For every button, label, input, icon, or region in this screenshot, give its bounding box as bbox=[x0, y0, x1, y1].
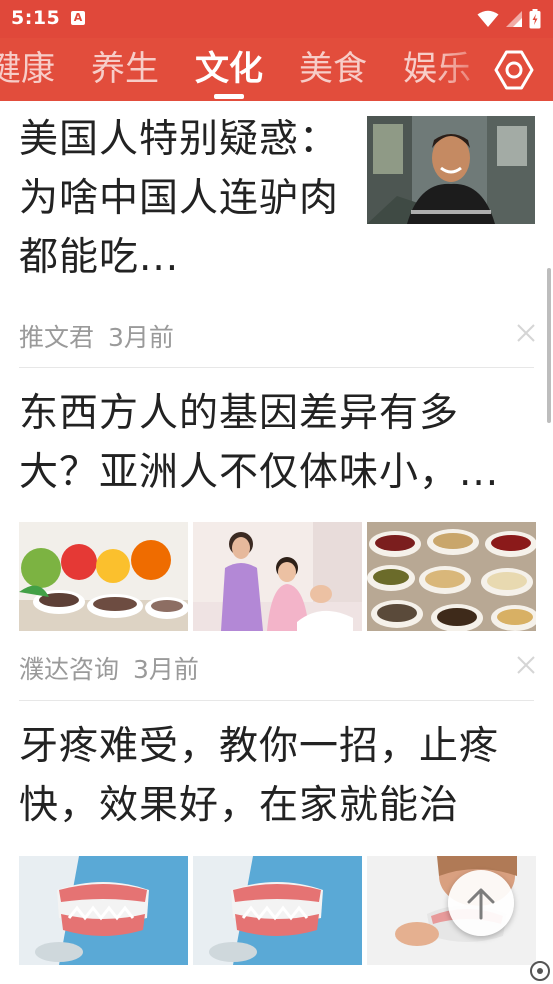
tab-health[interactable]: 健康 bbox=[0, 38, 55, 101]
tab-culture-label: 文化 bbox=[195, 49, 263, 89]
news-thumbnail bbox=[193, 856, 362, 965]
app-screen: 5:15 A 健康 养生 文化 美食 娱 bbox=[0, 0, 553, 984]
news-time: 3月前 bbox=[133, 655, 199, 684]
settings-icon[interactable] bbox=[493, 49, 535, 91]
news-thumbnail bbox=[367, 522, 536, 631]
news-meta: 濮达咨询 3月前 bbox=[19, 650, 199, 686]
news-source: 濮达咨询 bbox=[19, 655, 120, 684]
thumbnail-image bbox=[193, 522, 362, 631]
thumbnail-image bbox=[193, 856, 362, 965]
thumbnail-image bbox=[367, 522, 536, 631]
channel-tabs: 健康 养生 文化 美食 娱乐 bbox=[0, 38, 507, 101]
thumbnail-image bbox=[19, 522, 188, 631]
tab-wellness[interactable]: 养生 bbox=[91, 38, 159, 101]
arrow-up-icon[interactable] bbox=[448, 870, 514, 936]
news-thumbnail bbox=[19, 856, 188, 965]
battery-icon bbox=[529, 9, 541, 29]
notification-app-icon: A bbox=[71, 11, 85, 25]
tab-food[interactable]: 美食 bbox=[299, 38, 367, 101]
close-icon[interactable] bbox=[516, 323, 536, 343]
news-thumbnail bbox=[19, 522, 188, 631]
news-source: 推文君 bbox=[19, 323, 95, 352]
close-icon[interactable] bbox=[516, 655, 536, 675]
news-thumbnail-video bbox=[367, 116, 535, 224]
active-tab-indicator bbox=[214, 94, 244, 99]
news-meta: 推文君 3月前 bbox=[19, 318, 174, 354]
tab-culture[interactable]: 文化 bbox=[195, 38, 263, 101]
news-title: 美国人特别疑惑：为啥中国人连驴肉都能吃... bbox=[19, 117, 340, 280]
news-feed[interactable]: 美国人特别疑惑：为啥中国人连驴肉都能吃... 推文君 3月前 东西方人的基因差异… bbox=[0, 101, 553, 984]
news-thumbnail bbox=[193, 522, 362, 631]
news-time: 3月前 bbox=[108, 323, 174, 352]
channel-tab-bar: 健康 养生 文化 美食 娱乐 bbox=[0, 38, 553, 101]
wifi-icon bbox=[477, 10, 499, 27]
status-indicators bbox=[477, 8, 541, 30]
scrollbar[interactable] bbox=[547, 268, 551, 423]
news-title: 牙疼难受，教你一招，止疼快，效果好，在家就能治 bbox=[19, 724, 500, 828]
thumbnail-image bbox=[367, 116, 535, 224]
status-time: 5:15 bbox=[11, 7, 61, 29]
news-item[interactable]: 东西方人的基因差异有多大？亚洲人不仅体味小，... 濮达咨询 3月前 bbox=[0, 368, 553, 701]
thumbnail-image bbox=[19, 856, 188, 965]
news-title: 东西方人的基因差异有多大？亚洲人不仅体味小，... bbox=[19, 391, 500, 495]
video-play-icon bbox=[530, 961, 550, 981]
news-item[interactable]: 美国人特别疑惑：为啥中国人连驴肉都能吃... 推文君 3月前 bbox=[0, 101, 553, 368]
news-item[interactable]: 牙疼难受，教你一招，止疼快，效果好，在家就能治 bbox=[0, 701, 553, 984]
signal-icon bbox=[506, 11, 522, 27]
status-bar: 5:15 A bbox=[0, 0, 553, 38]
